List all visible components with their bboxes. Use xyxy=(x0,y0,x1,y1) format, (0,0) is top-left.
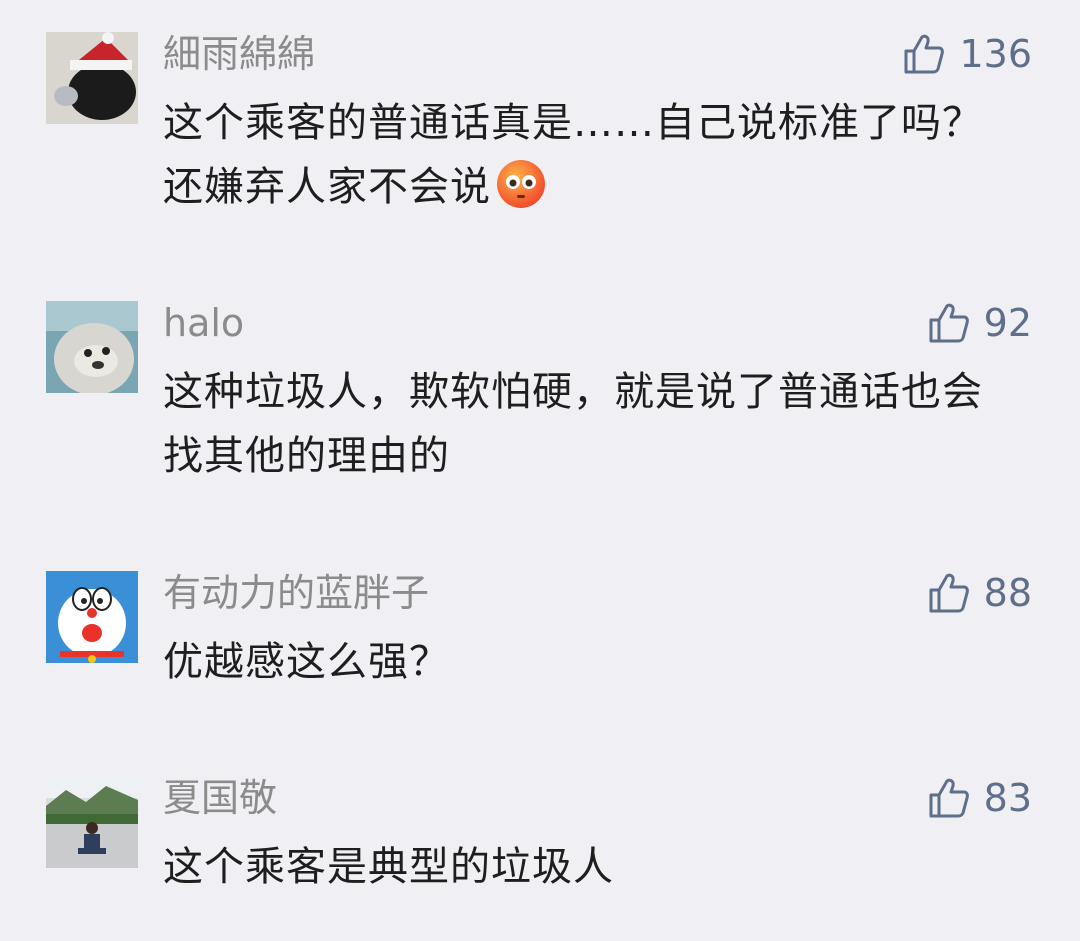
like-button[interactable]: 136 xyxy=(903,32,1032,76)
username[interactable]: 有动力的蓝胖子 xyxy=(163,571,429,615)
thumbs-up-icon xyxy=(929,573,969,613)
thumbs-up-icon xyxy=(929,303,969,343)
username[interactable]: 夏国敬 xyxy=(163,776,277,820)
thumbs-up-icon xyxy=(904,34,945,74)
thumbs-up-icon xyxy=(929,778,969,818)
avatar-image xyxy=(46,571,138,663)
username[interactable]: halo xyxy=(163,301,244,345)
comment-text: 这个乘客是典型的垃圾人 xyxy=(163,844,614,890)
like-button[interactable]: 88 xyxy=(928,571,1032,615)
like-count: 83 xyxy=(983,776,1032,820)
comment-text-content: 这个乘客的普通话真是……自己说标准了吗？还嫌弃人家不会说 xyxy=(163,100,983,210)
username[interactable]: 細雨綿綿 xyxy=(163,32,315,76)
like-button[interactable]: 92 xyxy=(928,301,1032,345)
like-count: 92 xyxy=(983,301,1032,345)
comment-list: 細雨綿綿 136 这个乘客的普通话真是……自己说标准了吗？还嫌弃人家不会说 ha… xyxy=(0,0,1080,941)
comment-text: 这种垃圾人，欺软怕硬，就是说了普通话也会找其他的理由的 xyxy=(163,369,983,479)
avatar-image xyxy=(46,32,138,124)
avatar-image xyxy=(46,301,138,393)
avatar[interactable] xyxy=(46,32,138,124)
comment-text: 优越感这么强？ xyxy=(163,639,450,685)
avatar[interactable] xyxy=(46,301,138,393)
avatar[interactable] xyxy=(46,776,138,868)
like-button[interactable]: 83 xyxy=(928,776,1032,820)
like-count: 88 xyxy=(983,571,1032,615)
like-count: 136 xyxy=(959,32,1032,76)
flushed-face-emoji-icon xyxy=(495,158,547,210)
comment-text: 这个乘客的普通话真是……自己说标准了吗？还嫌弃人家不会说 xyxy=(163,91,1013,219)
avatar-image xyxy=(46,776,138,868)
avatar[interactable] xyxy=(46,571,138,663)
